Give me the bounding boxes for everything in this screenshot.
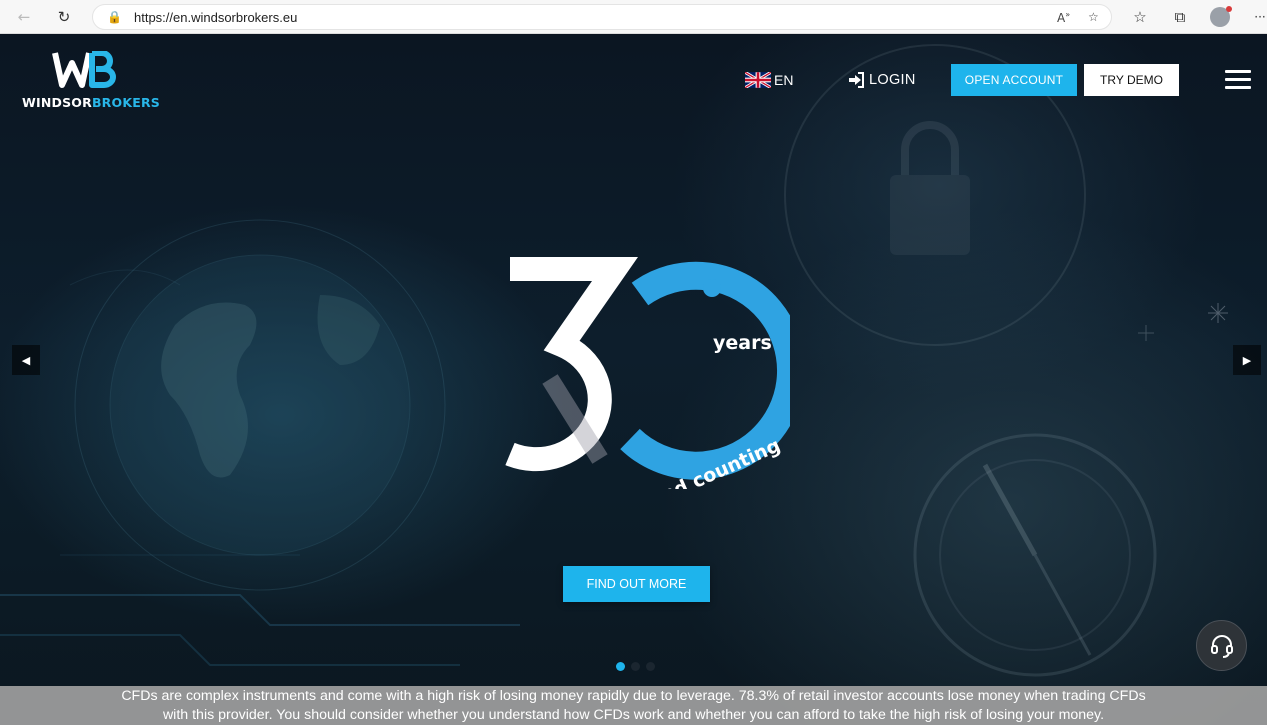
- risk-warning-banner: CFDs are complex instruments and come wi…: [0, 686, 1267, 725]
- find-out-more-button[interactable]: FIND OUT MORE: [563, 566, 710, 602]
- risk-warning-line-2: with this provider. You should consider …: [162, 707, 1105, 723]
- uk-flag-icon: [745, 72, 771, 88]
- favorites-icon[interactable]: ☆: [1130, 7, 1150, 27]
- browser-toolbar: ← ↻ 🔒 https://en.windsorbrokers.eu A» ☆ …: [0, 0, 1267, 34]
- read-aloud-label: A: [1057, 11, 1066, 25]
- url-text[interactable]: https://en.windsorbrokers.eu: [134, 10, 297, 25]
- lock-icon[interactable]: 🔒: [107, 10, 122, 25]
- more-menu-label: ···: [1254, 10, 1266, 24]
- add-favorite-icon[interactable]: ☆: [1088, 10, 1099, 24]
- language-selector[interactable]: EN: [745, 72, 793, 88]
- sign-in-icon: [849, 72, 864, 88]
- thirty-years-emblem: and counting: [505, 257, 790, 489]
- carousel-dot-2[interactable]: [631, 662, 640, 671]
- back-arrow-icon[interactable]: ←: [14, 7, 34, 27]
- years-label: years: [713, 332, 772, 354]
- hero-page: WINDSORBROKERS EN LOGIN OPEN ACCOUNT TRY…: [0, 35, 1267, 725]
- read-aloud-icon[interactable]: A»: [1057, 10, 1070, 25]
- collections-icon[interactable]: ⧉: [1170, 7, 1190, 27]
- wb-logo-mark: [52, 51, 116, 88]
- profile-avatar[interactable]: [1210, 6, 1232, 27]
- risk-warning-line-1: CFDs are complex instruments and come wi…: [121, 688, 1146, 704]
- carousel-indicators: [616, 662, 655, 671]
- try-demo-button[interactable]: TRY DEMO: [1084, 64, 1179, 96]
- address-bar[interactable]: 🔒 https://en.windsorbrokers.eu A» ☆: [92, 4, 1112, 30]
- logo-text-windsor: WINDSOR: [22, 95, 92, 110]
- support-chat-button[interactable]: [1196, 620, 1247, 671]
- login-link[interactable]: LOGIN: [848, 72, 916, 88]
- carousel-prev-arrow-icon[interactable]: ◀: [12, 345, 40, 375]
- reload-icon[interactable]: ↻: [54, 7, 74, 27]
- hamburger-menu-icon[interactable]: [1225, 70, 1251, 90]
- windsor-brokers-logo[interactable]: WINDSORBROKERS: [22, 51, 160, 113]
- headset-icon: [1210, 634, 1233, 658]
- more-menu-icon[interactable]: ···: [1250, 7, 1267, 27]
- open-account-button[interactable]: OPEN ACCOUNT: [951, 64, 1077, 96]
- login-label: LOGIN: [869, 72, 916, 88]
- logo-wordmark: WINDSORBROKERS: [22, 95, 160, 110]
- logo-text-brokers: BROKERS: [91, 95, 160, 110]
- language-label: EN: [774, 72, 794, 88]
- carousel-dot-1[interactable]: [616, 662, 625, 671]
- carousel-next-arrow-icon[interactable]: ▶: [1233, 345, 1261, 375]
- carousel-dot-3[interactable]: [646, 662, 655, 671]
